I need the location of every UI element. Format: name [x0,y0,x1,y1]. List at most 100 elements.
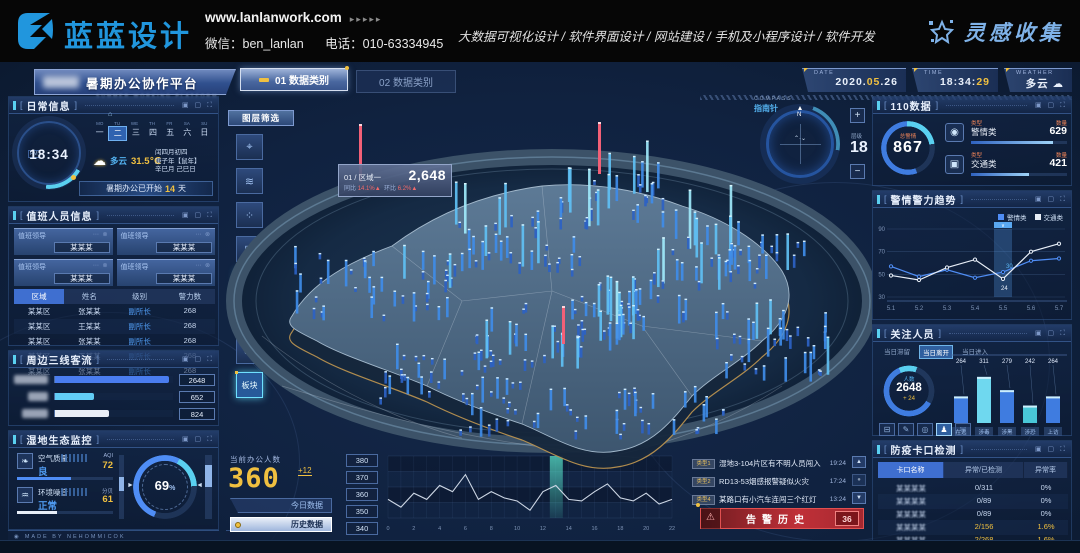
inspiration-collect[interactable]: 灵感收集 [928,17,1064,47]
panel-window-controls[interactable]: ▣ ▢ ⛶ [182,101,214,110]
panel-window-controls[interactable]: ▣ ▢ ⛶ [1035,101,1067,110]
week-day[interactable]: 一 [91,126,108,141]
gauge-track-right[interactable] [205,455,212,519]
panel-window-controls[interactable]: ▣ ▢ ⛶ [1035,329,1067,338]
panel-title: 关注人员 [891,326,935,341]
svg-text:5.1: 5.1 [887,306,896,312]
scroll-down-button[interactable]: ▼ [852,492,866,504]
clock-time: 18:34 [19,147,79,162]
svg-text:24: 24 [1001,286,1008,292]
week-day[interactable]: 六 [179,126,196,141]
alarm-history-banner[interactable]: ⚠ 告警历史 36 [700,508,864,529]
panel-window-controls[interactable]: ▣ ▢ ⛶ [182,435,214,444]
svg-text:264: 264 [956,359,967,365]
duty-card[interactable]: 值班领导⋯ ⊗某某某 [117,228,216,255]
history-data-button[interactable]: 历史数据 [230,517,332,532]
week-day-active[interactable]: 二 [108,126,127,141]
panel-title: 防疫卡口检测 [891,442,957,457]
bracket: [ [20,354,23,364]
svg-text:264: 264 [1048,359,1059,365]
cell: 某某区 [14,334,64,349]
panel-window-controls[interactable]: ▣ ▢ ⛶ [182,355,214,364]
table-row[interactable]: 某某区张某某副所长268 [14,304,215,319]
website-url[interactable]: www.lanlanwork.com [205,10,342,25]
dotted-line [949,333,1027,334]
tab-left-today[interactable]: 当日离开 [919,345,953,359]
panel-title: 周边三线客流 [27,352,93,367]
website-link[interactable]: www.lanlanwork.com▸▸▸▸▸ [205,10,382,25]
bracket: [ [20,434,23,444]
week-day[interactable]: 日 [196,126,213,141]
tool-icon[interactable]: ✎ [898,423,914,436]
col-detected[interactable]: 异常/已检测 [944,462,1024,478]
col-name[interactable]: 姓名 [64,289,114,304]
col-area[interactable]: 区域 [14,289,64,304]
progress-track [971,141,1067,144]
panel-window-controls[interactable]: ▣ ▢ ⛶ [182,211,214,220]
blurred-label [14,375,48,384]
weather-condition: 多云 [110,155,127,167]
focus-bar-chart[interactable]: 264在逃311涉毒279涉黑242涉恐264上访 [949,351,1069,437]
col-rate[interactable]: 异常率 [1024,462,1068,478]
duty-role: 值班领导 [121,262,149,272]
svg-text:16: 16 [591,526,597,532]
corner-tick [804,67,809,72]
panel-window-controls[interactable]: ▣ ▢ ⛶ [1035,195,1067,204]
cell: 副所长 [115,304,165,319]
bracket: ] [97,354,100,364]
col-checkpoint[interactable]: 卡口名称 [878,462,944,478]
trend-line-chart[interactable]: 90705030∨30245.15.25.35.45.55.65.7 [877,221,1067,317]
target-icon[interactable]: ◎ [917,423,933,436]
tab-stay-today[interactable]: 当日滞留 [881,345,913,359]
header-tick [877,329,880,338]
type-name: 交通类 [971,158,997,170]
zoom-out-button[interactable]: − [850,164,865,179]
flow-bar-row: 2648 [14,373,215,386]
dotted-meter [61,488,87,496]
time-plate: TIME 18:34:29 [912,68,998,92]
bracket: [ [884,444,887,454]
col-count[interactable]: 警力数 [165,289,215,304]
tab-active-dot [345,66,349,70]
duty-table-header: 区域姓名级别警力数 [14,289,215,304]
table-row[interactable]: 某某区王某某副所长268 [14,319,215,334]
table-row[interactable]: 某某区张某某副所长268 [14,334,215,349]
svg-text:242: 242 [1025,359,1036,365]
alarm-row[interactable]: 类型4 某路口有小汽车连闯三个红灯 13:24 [692,492,846,507]
banner-dot-decoration [696,503,700,507]
week-day[interactable]: 五 [162,126,179,141]
traffic-type-row: ▣ 类型 交通类 数量 421 [945,151,1067,181]
platform-title: 暑期办公协作平台 [86,73,198,92]
tooltip-region: 01 / 区域一 [344,172,381,183]
col-level[interactable]: 级别 [115,289,165,304]
gauge-value: 867 [879,139,937,157]
cell: 张某某 [64,304,114,319]
svg-text:2: 2 [412,526,415,532]
svg-text:5.5: 5.5 [999,306,1008,312]
lanlan-logo-icon [16,11,56,51]
car-icon[interactable]: ⊟ [879,423,895,436]
card-icons: ⋯ ⊗ [195,231,211,241]
svg-text:涉毒: 涉毒 [978,428,990,436]
week-day[interactable]: 四 [144,126,161,141]
platform-title-plate: 暑期办公协作平台 [34,69,236,95]
panel-window-controls[interactable]: ▣ ▢ ⛶ [1035,445,1067,454]
card-icons: ⋯ ⊗ [93,262,109,272]
bracket: [ [884,328,887,338]
cell: 某某区 [14,304,64,319]
duty-card[interactable]: 值班领导⋯ ⊗某某某 [14,259,113,286]
collect-label[interactable]: 灵感收集 [964,17,1064,47]
time-hm: 18:34: [940,76,976,88]
tab-label[interactable]: 01 数据类别 [275,72,329,87]
zoom-in-button[interactable]: + [850,108,865,123]
notice-text: 暑期办公已开始 [106,183,162,194]
bracket: [ [884,100,887,110]
duty-card[interactable]: 值班领导⋯ ⊗某某某 [117,259,216,286]
alarm-type-row: ◉ 类型 警情类 数量 629 [945,119,1067,149]
air-value: 72 [102,460,113,471]
bar-track [54,393,173,400]
duty-card[interactable]: 值班领导⋯ ⊗某某某 [14,228,113,255]
today-data-button[interactable]: 今日数据 [230,498,332,513]
gauge-delta: + 24 [881,396,937,402]
week-day[interactable]: 三 [127,126,144,141]
